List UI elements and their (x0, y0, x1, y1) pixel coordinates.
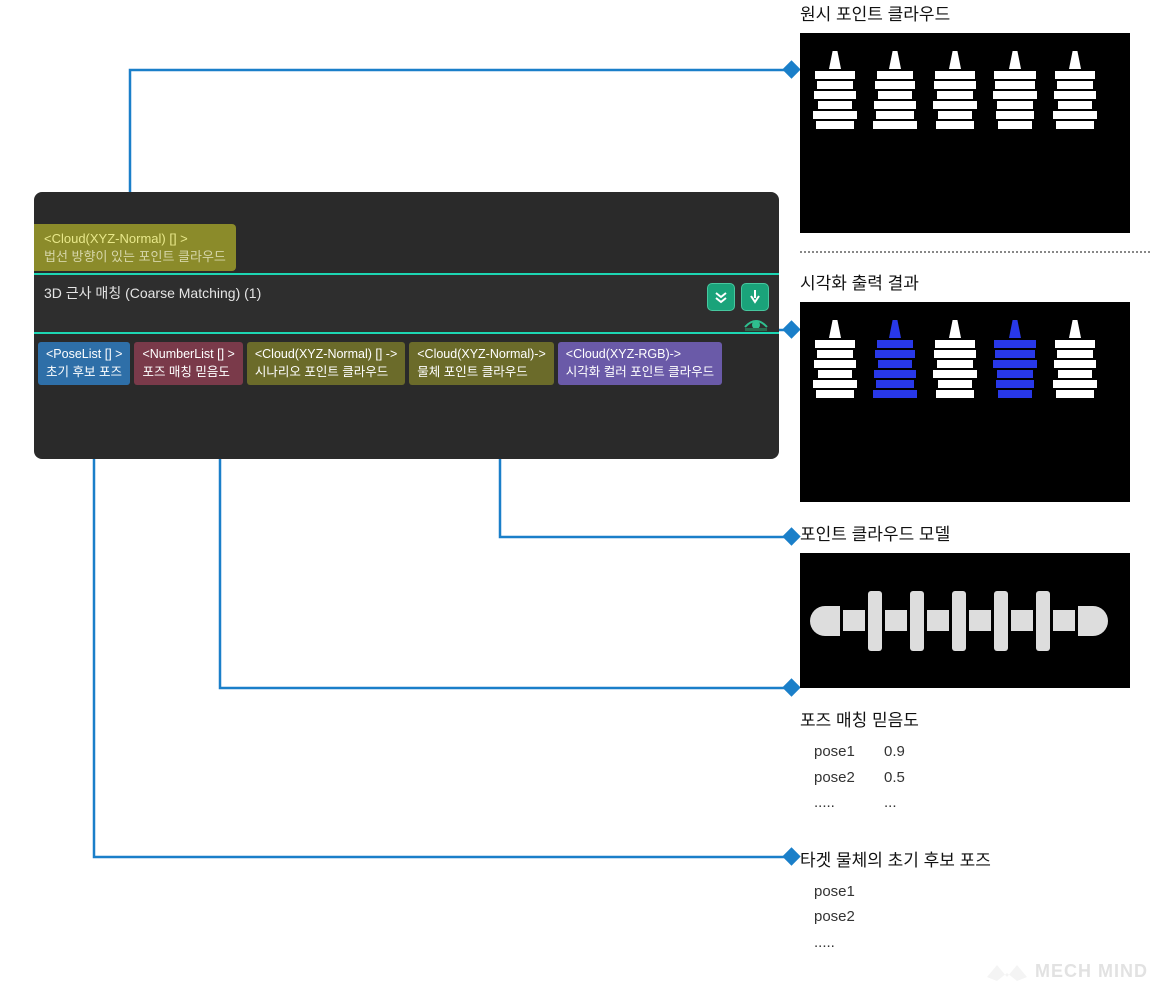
output-port-desc: 시각화 컬러 포인트 클라우드 (566, 364, 714, 382)
watermark: MECH MIND (987, 959, 1148, 983)
output-port-0[interactable]: <PoseList [] >초기 후보 포즈 (38, 342, 130, 385)
visualize-icon[interactable] (743, 315, 769, 333)
output-port-type: <Cloud(XYZ-RGB)-> (566, 346, 714, 364)
target-pose-block: 타겟 물체의 초기 후보 포즈 pose1pose2..... (800, 846, 1150, 956)
connector-endpoint (782, 527, 800, 545)
pose-name: pose2 (814, 765, 884, 791)
expand-down-button[interactable] (707, 283, 735, 311)
pose-confidence: 0.9 (884, 743, 905, 760)
input-port-cloud-normal[interactable]: <Cloud(XYZ-Normal) [] > 법선 방향이 있는 포인트 클라… (34, 224, 236, 271)
viz-output-image (800, 302, 1130, 502)
section-divider (800, 251, 1150, 253)
raw-cloud-title: 원시 포인트 클라우드 (800, 0, 1150, 25)
raw-cloud-image (800, 33, 1130, 233)
target-pose-title: 타겟 물체의 초기 후보 포즈 (800, 846, 1150, 871)
model-cloud-image (800, 553, 1130, 688)
output-port-desc: 시나리오 포인트 클라우드 (255, 364, 397, 382)
confidence-row: ........ (814, 790, 1150, 816)
viz-output-title: 시각화 출력 결과 (800, 269, 1150, 294)
connector-endpoint (782, 678, 800, 696)
confidence-row: pose20.5 (814, 765, 1150, 791)
connector-endpoint (782, 60, 800, 78)
confidence-row: pose10.9 (814, 739, 1150, 765)
input-port-type: <Cloud(XYZ-Normal) [] > (44, 230, 226, 248)
chevron-double-down-icon (714, 290, 728, 304)
output-port-2[interactable]: <Cloud(XYZ-Normal) [] ->시나리오 포인트 클라우드 (247, 342, 405, 385)
pose-name: ..... (814, 790, 884, 816)
input-port-desc: 법선 방향이 있는 포인트 클라우드 (44, 248, 226, 266)
pose-row: ..... (814, 930, 1150, 956)
target-pose-list: pose1pose2..... (800, 879, 1150, 956)
pose-confidence: ... (884, 794, 897, 811)
pose-name: pose2 (814, 904, 884, 930)
step-node-panel: <Cloud(XYZ-Normal) [] > 법선 방향이 있는 포인트 클라… (34, 192, 779, 459)
node-title: 3D 근사 매칭 (Coarse Matching) (1) (44, 283, 261, 303)
output-port-type: <Cloud(XYZ-Normal) [] -> (255, 346, 397, 364)
output-port-desc: 물체 포인트 클라우드 (417, 364, 546, 382)
pose-row: pose1 (814, 879, 1150, 905)
output-port-3[interactable]: <Cloud(XYZ-Normal)->물체 포인트 클라우드 (409, 342, 554, 385)
output-port-type: <NumberList [] > (142, 346, 234, 364)
output-port-desc: 포즈 매칭 믿음도 (142, 364, 234, 382)
connector-endpoint (782, 847, 800, 865)
output-port-4[interactable]: <Cloud(XYZ-RGB)->시각화 컬러 포인트 클라우드 (558, 342, 722, 385)
model-cloud-title: 포인트 클라우드 모델 (800, 520, 1150, 545)
pose-name: ..... (814, 930, 884, 956)
pose-name: pose1 (814, 739, 884, 765)
bolt-down-icon (749, 290, 761, 304)
output-port-type: <Cloud(XYZ-Normal)-> (417, 346, 546, 364)
logo-icon (987, 959, 1027, 983)
node-header[interactable]: 3D 근사 매칭 (Coarse Matching) (1) (34, 273, 779, 334)
watermark-text: MECH MIND (1035, 961, 1148, 982)
output-port-desc: 초기 후보 포즈 (46, 364, 122, 382)
raw-cloud-block: 원시 포인트 클라우드 (800, 0, 1150, 233)
annotations-column: 원시 포인트 클라우드 시각화 출력 결과 포인트 클라우드 모델 (800, 0, 1150, 973)
model-cloud-block: 포인트 클라우드 모델 (800, 520, 1150, 688)
pose-confidence: 0.5 (884, 769, 905, 786)
run-button[interactable] (741, 283, 769, 311)
confidence-block: 포즈 매칭 믿음도 pose10.9pose20.5........ (800, 706, 1150, 816)
confidence-title: 포즈 매칭 믿음도 (800, 706, 1150, 731)
pose-row: pose2 (814, 904, 1150, 930)
connector-endpoint (782, 320, 800, 338)
confidence-list: pose10.9pose20.5........ (800, 739, 1150, 816)
output-ports-row: <PoseList [] >초기 후보 포즈<NumberList [] >포즈… (34, 342, 722, 385)
pose-name: pose1 (814, 879, 884, 905)
output-port-1[interactable]: <NumberList [] >포즈 매칭 믿음도 (134, 342, 242, 385)
output-port-type: <PoseList [] > (46, 346, 122, 364)
viz-output-block: 시각화 출력 결과 (800, 269, 1150, 502)
